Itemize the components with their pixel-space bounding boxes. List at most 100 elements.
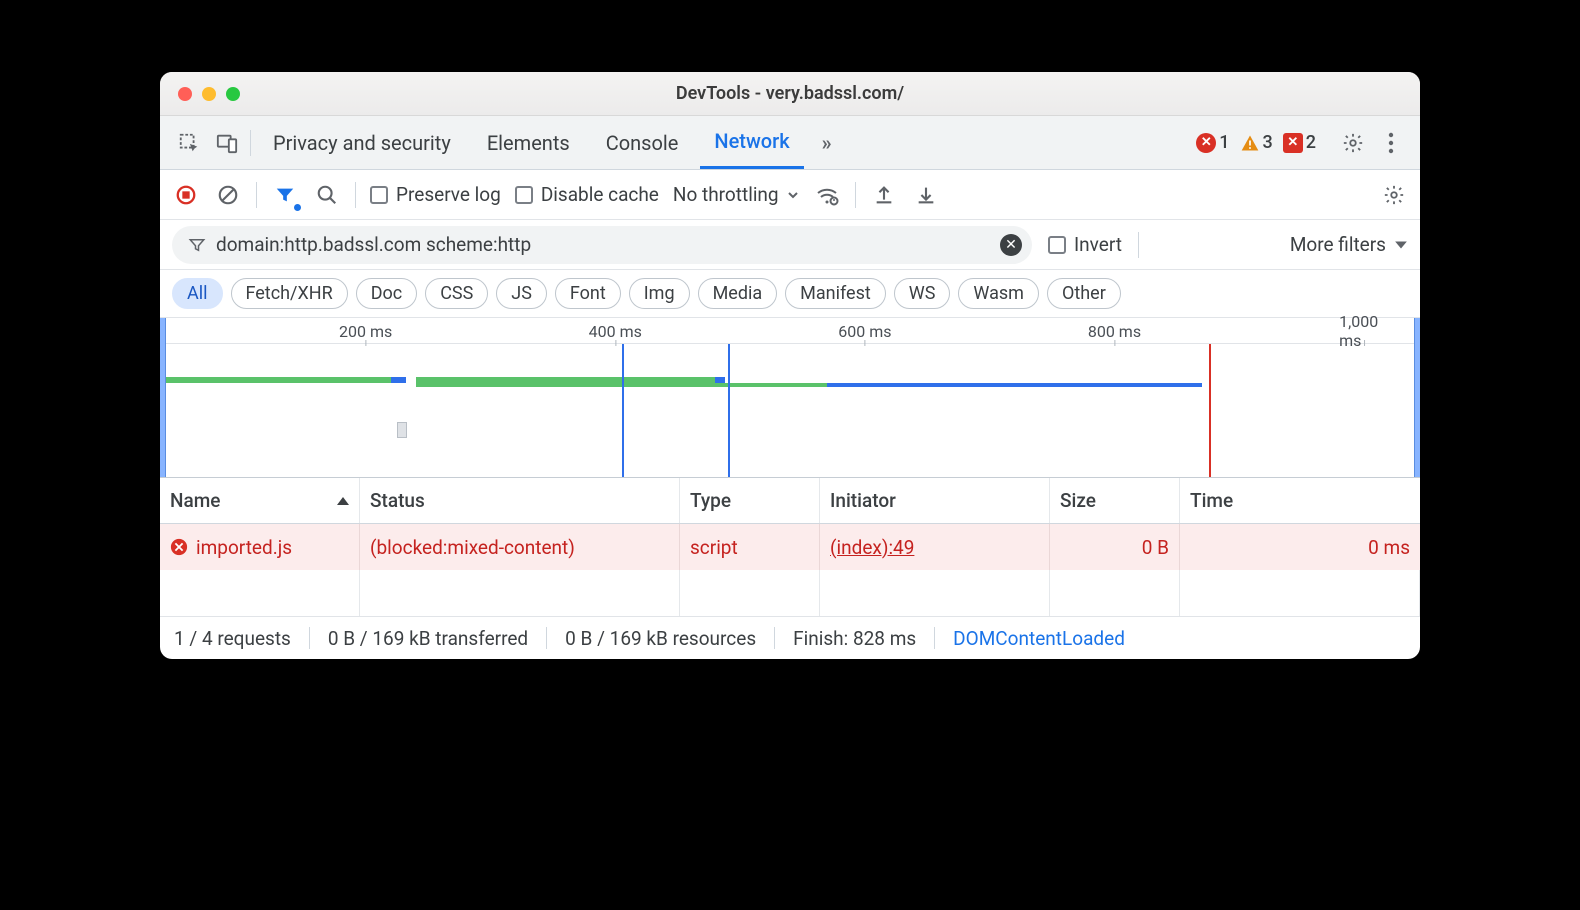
- overview-handle-right[interactable]: [1414, 318, 1420, 477]
- table-row[interactable]: imported.js (blocked:mixed-content) scri…: [160, 524, 1420, 570]
- overview-bars: [166, 374, 1414, 386]
- chevron-down-icon: [1394, 238, 1408, 252]
- summary-dcl[interactable]: DOMContentLoaded: [953, 627, 1125, 650]
- type-pill-img[interactable]: Img: [629, 278, 690, 309]
- more-filters-dropdown[interactable]: More filters: [1290, 233, 1408, 256]
- status-indicators: ✕ 1 3 ✕ 2: [1196, 132, 1316, 153]
- load-line: [728, 344, 730, 477]
- col-time[interactable]: Time: [1180, 478, 1420, 523]
- network-settings-icon[interactable]: [1380, 181, 1408, 209]
- import-har-icon[interactable]: [912, 181, 940, 209]
- tab-console[interactable]: Console: [592, 116, 693, 169]
- errors-indicator[interactable]: ✕ 1: [1196, 132, 1229, 153]
- throttling-select[interactable]: No throttling: [673, 183, 799, 206]
- initiator-link[interactable]: (index):49: [830, 536, 914, 559]
- warnings-indicator[interactable]: 3: [1240, 132, 1273, 153]
- filter-query-text: domain:http.badssl.com scheme:http: [216, 233, 531, 256]
- settings-icon[interactable]: [1338, 128, 1368, 158]
- devtools-window: DevTools - very.badssl.com/ Privacy and …: [160, 72, 1420, 659]
- filter-bar: domain:http.badssl.com scheme:http ✕ Inv…: [160, 220, 1420, 270]
- cell-status: (blocked:mixed-content): [360, 524, 680, 570]
- kebab-menu-icon[interactable]: [1376, 128, 1406, 158]
- cell-size: 0 B: [1050, 524, 1180, 570]
- cell-time: 0 ms: [1180, 524, 1420, 570]
- col-name[interactable]: Name: [160, 478, 360, 523]
- table-header: Name Status Type Initiator Size Time: [160, 478, 1420, 524]
- network-toolbar: Preserve log Disable cache No throttling: [160, 170, 1420, 220]
- minimize-window-button[interactable]: [202, 87, 216, 101]
- summary-requests: 1 / 4 requests: [174, 627, 291, 650]
- overview-handle-left[interactable]: [160, 318, 166, 477]
- type-pill-font[interactable]: Font: [555, 278, 621, 309]
- more-tabs-icon[interactable]: »: [812, 128, 842, 158]
- type-pill-doc[interactable]: Doc: [356, 278, 418, 309]
- clear-button[interactable]: [214, 181, 242, 209]
- timeline-overview[interactable]: 200 ms 400 ms 600 ms 800 ms 1,000 ms: [160, 318, 1420, 478]
- type-pill-other[interactable]: Other: [1047, 278, 1121, 309]
- summary-finish: Finish: 828 ms: [793, 627, 916, 650]
- close-window-button[interactable]: [178, 87, 192, 101]
- request-table: Name Status Type Initiator Size Time imp…: [160, 478, 1420, 617]
- type-pill-ws[interactable]: WS: [894, 278, 951, 309]
- search-icon[interactable]: [313, 181, 341, 209]
- type-pill-all[interactable]: All: [172, 278, 223, 309]
- invert-checkbox[interactable]: Invert: [1048, 233, 1122, 256]
- col-type[interactable]: Type: [680, 478, 820, 523]
- type-pill-css[interactable]: CSS: [425, 278, 488, 309]
- ruler-tick: 400 ms: [589, 318, 642, 344]
- type-pill-manifest[interactable]: Manifest: [785, 278, 886, 309]
- ruler-tick: 800 ms: [1088, 318, 1141, 344]
- ruler-tick: 600 ms: [838, 318, 891, 344]
- more-filters-label: More filters: [1290, 233, 1386, 256]
- sort-asc-icon: [337, 497, 349, 505]
- col-size[interactable]: Size: [1050, 478, 1180, 523]
- invert-label: Invert: [1074, 233, 1122, 256]
- summary-transferred: 0 B / 169 kB transferred: [328, 627, 528, 650]
- summary-footer: 1 / 4 requests 0 B / 169 kB transferred …: [160, 617, 1420, 659]
- col-initiator[interactable]: Initiator: [820, 478, 1050, 523]
- blocked-icon: [170, 538, 188, 556]
- filter-input[interactable]: domain:http.badssl.com scheme:http ✕: [172, 226, 1032, 264]
- issues-icon: ✕: [1283, 133, 1303, 153]
- ruler-tick: 1,000 ms: [1339, 318, 1389, 344]
- network-conditions-icon[interactable]: [813, 181, 841, 209]
- type-pill-wasm[interactable]: Wasm: [958, 278, 1039, 309]
- type-pill-fetch-xhr[interactable]: Fetch/XHR: [231, 278, 348, 309]
- device-toolbar-icon[interactable]: [212, 128, 242, 158]
- inspect-element-icon[interactable]: [174, 128, 204, 158]
- disable-cache-label: Disable cache: [541, 183, 659, 206]
- type-pill-media[interactable]: Media: [698, 278, 778, 309]
- summary-resources: 0 B / 169 kB resources: [565, 627, 756, 650]
- warning-icon: [1240, 133, 1260, 153]
- dcl-line: [622, 344, 624, 477]
- clear-filter-icon[interactable]: ✕: [1000, 234, 1022, 256]
- ruler-tick: 200 ms: [339, 318, 392, 344]
- resource-type-filters: All Fetch/XHR DocCSS JS Font Img MediaManifest…: [160, 270, 1420, 318]
- tab-elements[interactable]: Elements: [473, 116, 584, 169]
- overview-marker: [397, 422, 407, 438]
- filter-toggle-icon[interactable]: [271, 181, 299, 209]
- window-title: DevTools - very.badssl.com/: [160, 83, 1420, 104]
- error-icon: ✕: [1196, 133, 1216, 153]
- export-har-icon[interactable]: [870, 181, 898, 209]
- window-controls: [160, 87, 240, 101]
- request-name: imported.js: [196, 536, 292, 559]
- throttling-value: No throttling: [673, 183, 779, 206]
- overview-ruler: 200 ms 400 ms 600 ms 800 ms 1,000 ms: [166, 318, 1414, 344]
- tab-privacy-security[interactable]: Privacy and security: [259, 116, 465, 169]
- finish-line: [1209, 344, 1211, 477]
- tab-network[interactable]: Network: [700, 116, 803, 169]
- filter-funnel-icon: [188, 236, 206, 254]
- preserve-log-checkbox[interactable]: Preserve log: [370, 183, 501, 206]
- table-row-empty: [160, 570, 1420, 616]
- chevron-down-icon: [787, 189, 799, 201]
- disable-cache-checkbox[interactable]: Disable cache: [515, 183, 659, 206]
- col-status[interactable]: Status: [360, 478, 680, 523]
- titlebar: DevTools - very.badssl.com/: [160, 72, 1420, 116]
- cell-name: imported.js: [160, 524, 360, 570]
- type-pill-js[interactable]: JS: [496, 278, 547, 309]
- zoom-window-button[interactable]: [226, 87, 240, 101]
- panel-tabstrip: Privacy and security Elements Console Ne…: [160, 116, 1420, 170]
- record-button[interactable]: [172, 181, 200, 209]
- issues-indicator[interactable]: ✕ 2: [1283, 132, 1316, 153]
